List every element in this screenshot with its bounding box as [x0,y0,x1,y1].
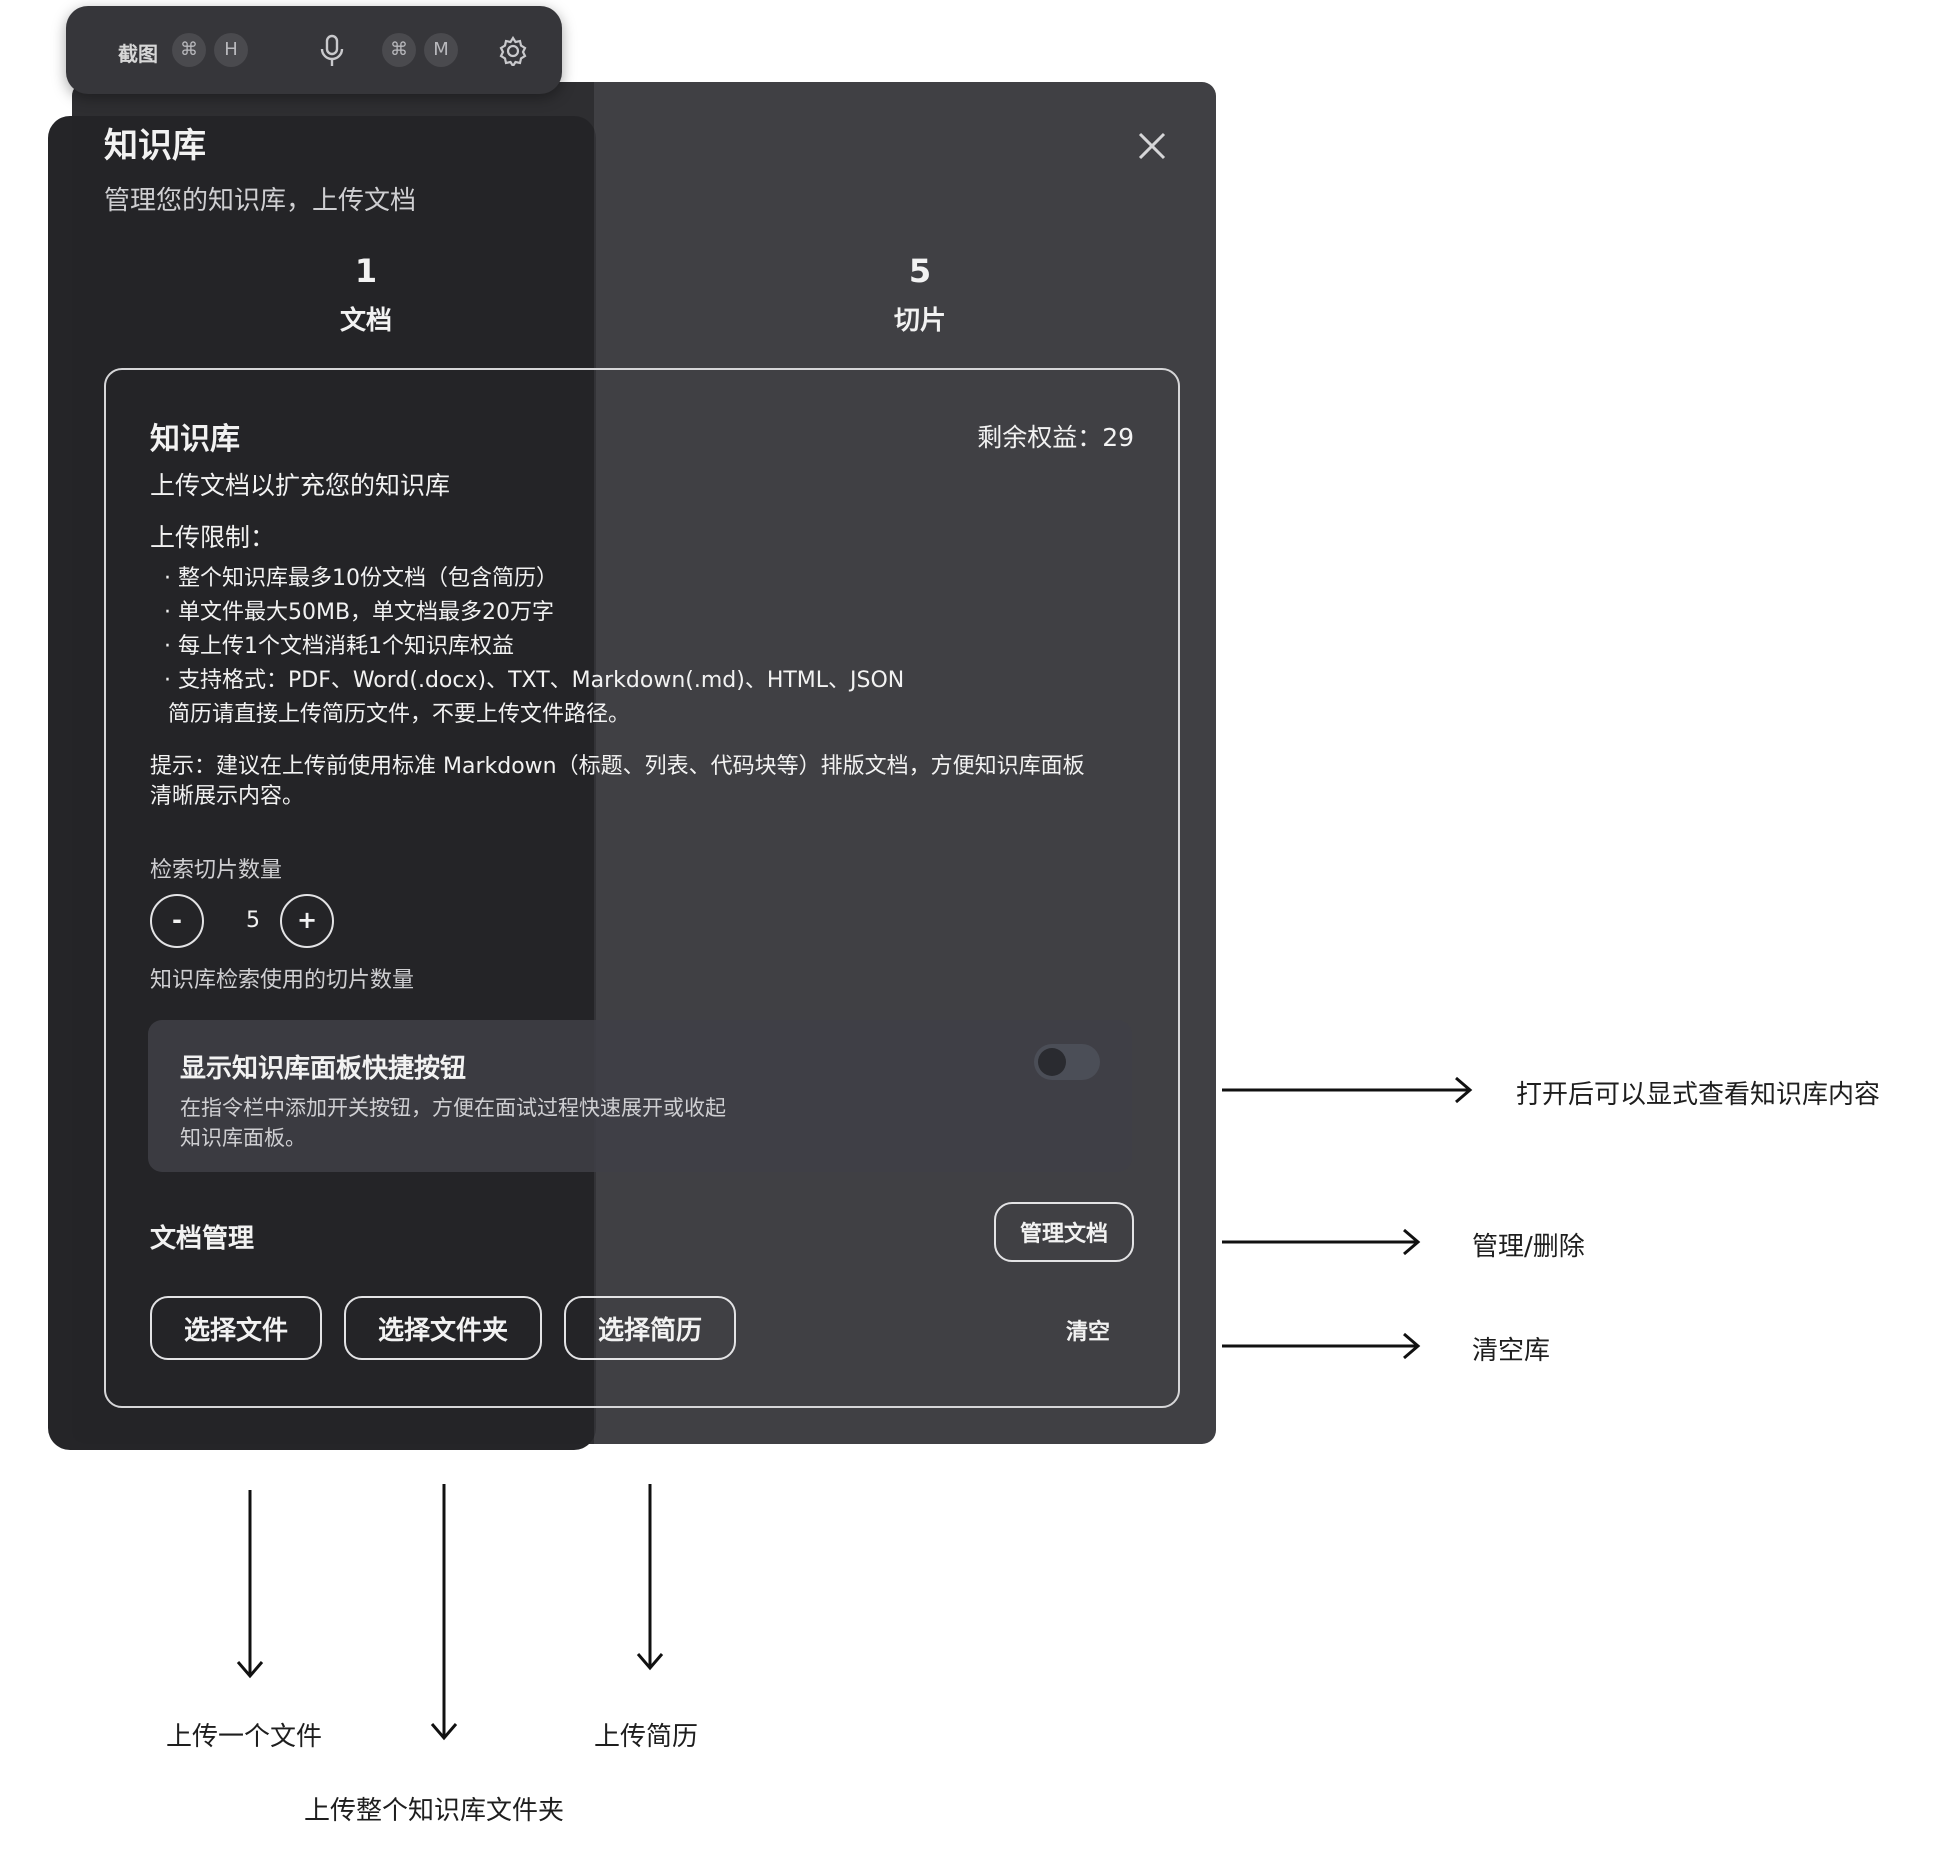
shortcut-toggle-card: 显示知识库面板快捷按钮 在指令栏中添加开关按钮，方便在面试过程快速展开或收起 知… [148,1020,1132,1172]
chunk-count-value: 5 [246,908,260,933]
limit-item: · 支持格式：PDF、Word(.docx)、TXT、Markdown(.md)… [164,668,905,693]
limit-item: · 整个知识库最多10份文档（包含简历） [164,566,558,591]
mic-shortcut-cmd: ⌘ [382,33,416,67]
select-file-annotation: 上传一个文件 [166,1722,323,1752]
microphone-icon[interactable] [318,34,346,72]
gear-icon[interactable] [498,35,528,70]
select-file-button[interactable]: 选择文件 [150,1296,322,1360]
toggle-knob [1038,1048,1066,1076]
clear-annotation: 清空库 [1472,1336,1551,1366]
chunk-count-help: 知识库检索使用的切片数量 [150,968,415,993]
manage-annotation: 管理/删除 [1472,1232,1585,1262]
arrow-down-icon [632,1482,668,1678]
resume-note: 简历请直接上传简历文件，不要上传文件路径。 [168,702,631,727]
remaining-credits: 剩余权益：29 [977,423,1134,452]
chunk-count-label: 切片 [893,306,946,336]
clear-button[interactable]: 清空 [1066,1314,1110,1346]
arrow-right-icon [1220,1328,1424,1368]
dialog-subtitle: 管理您的知识库，上传文档 [104,186,417,216]
chunk-count: 5 [908,252,932,290]
limit-item: · 单文件最大50MB，单文档最多20万字 [164,600,555,625]
tip-text-line1: 提示：建议在上传前使用标准 Markdown（标题、列表、代码块等）排版文档，方… [150,754,1085,779]
knowledge-base-card: 知识库 剩余权益：29 上传文档以扩充您的知识库 上传限制： · 整个知识库最多… [104,368,1180,1408]
command-toolbar: 截图 ⌘ H ⌘ M [66,6,562,94]
show-panel-toggle[interactable] [1034,1044,1100,1080]
arrow-right-icon [1220,1224,1424,1264]
upload-limits-title: 上传限制： [150,523,276,552]
chunk-count-setting-label: 检索切片数量 [150,858,283,883]
screenshot-label[interactable]: 截图 [118,38,158,67]
select-resume-annotation: 上传简历 [594,1722,699,1752]
screenshot-shortcut-key: H [214,33,248,67]
toggle-description-line1: 在指令栏中添加开关按钮，方便在面试过程快速展开或收起 [180,1096,726,1120]
decrement-button[interactable]: - [150,894,204,948]
tip-text-line2: 清晰展示内容。 [150,784,305,809]
doc-count: 1 [354,252,378,290]
close-icon[interactable] [1134,128,1170,164]
card-title: 知识库 [150,422,240,457]
arrow-down-icon [426,1482,462,1748]
card-description: 上传文档以扩充您的知识库 [150,471,451,500]
screenshot-shortcut-cmd: ⌘ [172,33,206,67]
select-resume-button[interactable]: 选择简历 [564,1296,736,1360]
arrow-right-icon [1220,1072,1476,1112]
toggle-title: 显示知识库面板快捷按钮 [180,1054,467,1084]
doc-management-label: 文档管理 [150,1224,255,1254]
knowledge-base-dialog: 知识库 管理您的知识库，上传文档 1 文档 5 切片 知识库 剩余权益：29 上… [72,82,1216,1444]
limit-item: · 每上传1个文档消耗1个知识库权益 [164,634,514,659]
toggle-annotation: 打开后可以显式查看知识库内容 [1516,1080,1881,1110]
increment-button[interactable]: + [280,894,334,948]
arrow-down-icon [232,1488,268,1686]
dialog-title: 知识库 [104,126,206,166]
select-folder-button[interactable]: 选择文件夹 [344,1296,542,1360]
doc-count-label: 文档 [339,306,392,336]
manage-documents-button[interactable]: 管理文档 [994,1202,1134,1262]
mic-shortcut-key: M [424,33,458,67]
toggle-description-line2: 知识库面板。 [180,1126,306,1150]
select-folder-annotation: 上传整个知识库文件夹 [304,1796,565,1826]
